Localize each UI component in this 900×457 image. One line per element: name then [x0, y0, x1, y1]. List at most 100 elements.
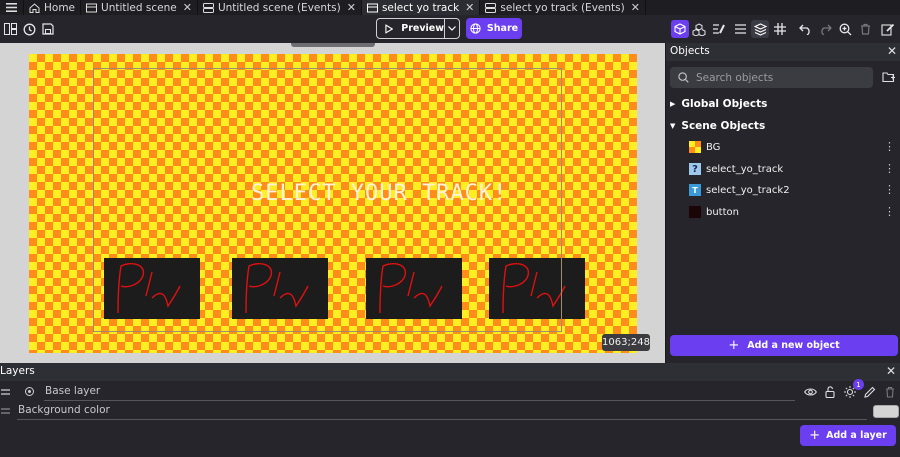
layer-name[interactable]: Base layer	[45, 385, 100, 397]
zoom-button[interactable]	[836, 20, 854, 38]
object-name: BG	[706, 141, 721, 153]
object-item-button[interactable]: button ⋮	[689, 203, 897, 221]
drag-handle-icon	[1, 408, 10, 414]
tab-label: Untitled scene	[101, 1, 177, 14]
tab-home[interactable]: Home	[24, 0, 82, 15]
checker-thumb	[689, 141, 701, 153]
events-icon	[202, 2, 214, 13]
question-thumb: ?	[689, 163, 701, 175]
add-new-object-button[interactable]: + Add a new object	[670, 335, 898, 356]
instances-list-toggle[interactable]	[731, 20, 749, 38]
viewport-guide	[93, 68, 562, 332]
tab-bar: Home Untitled scene ✕ Untitled scene (Ev…	[0, 0, 900, 15]
save-button[interactable]	[39, 20, 57, 38]
preview-options-button[interactable]	[445, 26, 459, 31]
more-vertical-icon[interactable]: ⋮	[884, 140, 895, 153]
layer-row-base[interactable]: Base layer 1	[0, 379, 900, 401]
close-icon[interactable]: ✕	[886, 364, 896, 378]
grid-toggle[interactable]	[771, 20, 789, 38]
history-button[interactable]	[20, 20, 38, 38]
tab-label: Untitled scene (Events)	[217, 1, 341, 14]
tab-label: select yo track (Events)	[500, 1, 625, 14]
redo-button[interactable]	[816, 20, 834, 38]
search-objects-input[interactable]	[696, 71, 866, 84]
close-icon[interactable]: ✕	[465, 1, 474, 14]
close-icon[interactable]: ✕	[631, 1, 640, 14]
more-vertical-icon[interactable]: ⋮	[884, 162, 895, 175]
object-name: select_yo_track	[706, 163, 784, 175]
toggle-panels-button[interactable]	[1, 20, 19, 38]
share-label: Share	[486, 23, 519, 34]
tab-select-yo-track[interactable]: select yo track ✕	[361, 0, 481, 15]
background-color-swatch[interactable]	[873, 405, 899, 418]
play-icon	[385, 23, 394, 34]
layers-toggle[interactable]	[751, 20, 769, 38]
more-vertical-icon[interactable]: ⋮	[884, 205, 895, 218]
add-folder-button[interactable]	[882, 71, 895, 86]
panels-icon	[3, 23, 17, 35]
objects-panel-toggle[interactable]	[671, 20, 689, 38]
undo-icon	[798, 24, 810, 35]
cube-icon	[674, 23, 686, 35]
global-objects-group[interactable]: ▶ Global Objects	[670, 98, 767, 110]
close-icon[interactable]: ✕	[183, 1, 192, 14]
object-item-bg[interactable]: BG ⋮	[689, 138, 897, 156]
events-icon	[485, 2, 497, 13]
delete-button[interactable]	[856, 20, 874, 38]
background-color-label: Background color	[18, 404, 110, 416]
tab-select-yo-track-events[interactable]: select yo track (Events) ✕	[480, 0, 646, 15]
trash-icon[interactable]	[885, 386, 895, 398]
object-name: button	[706, 206, 739, 218]
properties-toggle[interactable]	[710, 20, 728, 38]
preview-main[interactable]: Preview	[377, 19, 445, 38]
close-icon[interactable]: ✕	[887, 44, 897, 58]
layers-panel-header: Layers ✕	[0, 363, 900, 381]
layer-underline	[44, 400, 795, 401]
effects-count-badge: 1	[853, 379, 864, 390]
share-button[interactable]: Share	[466, 18, 522, 39]
globe-icon	[470, 23, 481, 34]
edit-icon[interactable]	[864, 386, 876, 398]
layers-panel-title: Layers	[0, 365, 35, 377]
drag-handle-icon[interactable]	[1, 389, 10, 395]
layer-underline	[17, 419, 867, 420]
close-icon[interactable]: ✕	[347, 1, 356, 14]
tab-untitled-scene[interactable]: Untitled scene ✕	[81, 0, 198, 15]
add-layer-button[interactable]: + Add a layer	[800, 425, 896, 446]
text-thumb: T	[689, 184, 701, 196]
object-name: select_yo_track2	[706, 184, 790, 196]
layer-row-background[interactable]: Background color	[0, 402, 900, 420]
objects-panel-header: Objects ✕	[666, 43, 900, 61]
add-folder-icon	[882, 72, 895, 83]
search-objects-field[interactable]	[670, 67, 873, 88]
more-vertical-icon[interactable]: ⋮	[884, 183, 895, 196]
chevron-right-icon: ▶	[670, 100, 676, 108]
list-icon	[734, 24, 746, 34]
zoom-icon	[839, 23, 851, 35]
object-item-select-yo-track2[interactable]: T select_yo_track2 ⋮	[689, 181, 897, 199]
add-layer-label: Add a layer	[826, 430, 887, 441]
object-item-select-yo-track[interactable]: ? select_yo_track ⋮	[689, 160, 897, 178]
tab-untitled-scene-events[interactable]: Untitled scene (Events) ✕	[198, 0, 362, 15]
plus-icon: +	[809, 428, 821, 443]
unlock-icon[interactable]	[825, 386, 835, 398]
object-groups-toggle[interactable]	[690, 20, 708, 38]
preview-button[interactable]: Preview	[376, 18, 460, 39]
canvas-drag-handle[interactable]	[291, 43, 375, 47]
properties-icon	[713, 24, 725, 34]
save-icon	[42, 23, 54, 35]
radio-selected-icon[interactable]	[25, 387, 34, 396]
grid-icon	[774, 23, 786, 35]
add-object-label: Add a new object	[747, 340, 840, 351]
main-menu-button[interactable]	[0, 0, 24, 15]
edit-scene-button[interactable]	[879, 20, 897, 38]
scene-objects-group[interactable]: ▼ Scene Objects	[670, 120, 765, 132]
undo-button[interactable]	[796, 20, 814, 38]
objects-panel: Objects ✕ ▶ Global Objects ▼ Scene Objec…	[665, 43, 900, 363]
search-icon	[678, 72, 689, 83]
scene-icon	[366, 3, 378, 12]
home-icon	[29, 2, 40, 13]
scene-icon	[86, 3, 98, 12]
objects-panel-title: Objects	[670, 45, 710, 57]
eye-icon[interactable]	[804, 387, 817, 397]
